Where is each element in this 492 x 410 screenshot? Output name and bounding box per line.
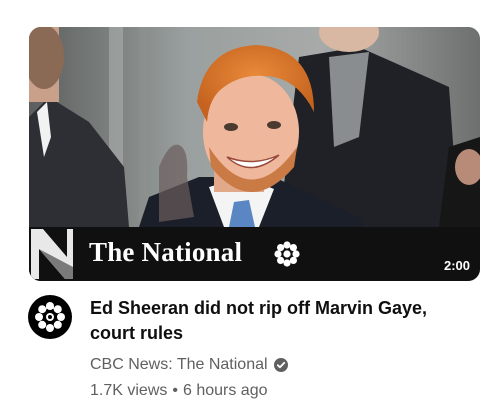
video-stats: 1.7K views • 6 hours ago — [90, 381, 470, 401]
channel-avatar[interactable] — [28, 295, 72, 339]
cbc-gem-icon — [35, 302, 65, 332]
the-national-banner: The National 2:00 — [29, 227, 480, 281]
banner-title: The National — [89, 237, 243, 267]
video-title-line-1[interactable]: Ed Sheeran did not rip off Marvin Gaye, — [90, 298, 427, 318]
channel-row: CBC News: The National — [90, 355, 470, 375]
separator-dot: • — [172, 382, 178, 399]
video-meta: Ed Sheeran did not rip off Marvin Gaye, … — [90, 296, 470, 401]
video-title-line-2[interactable]: court rules — [90, 323, 183, 343]
video-title[interactable]: Ed Sheeran did not rip off Marvin Gaye, … — [90, 296, 470, 346]
view-count: 1.7K views — [90, 382, 168, 399]
video-card[interactable]: The National 2:00 Ed Sheeran did not rip… — [0, 0, 492, 410]
verified-check-icon — [273, 358, 288, 372]
the-national-n-icon — [29, 227, 81, 281]
video-thumbnail[interactable]: The National 2:00 — [29, 27, 480, 281]
thumbnail-image — [29, 27, 480, 227]
channel-name[interactable]: CBC News: The National — [90, 355, 268, 375]
upload-age: 6 hours ago — [182, 382, 268, 399]
cbc-gem-icon — [274, 241, 300, 267]
duration-badge: 2:00 — [443, 258, 470, 273]
